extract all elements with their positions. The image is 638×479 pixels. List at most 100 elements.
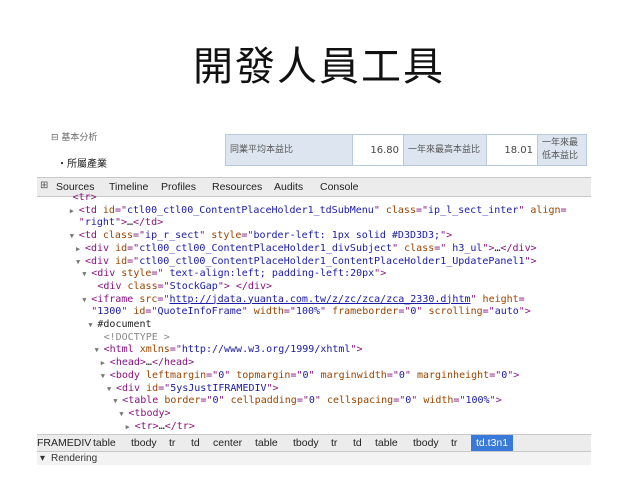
breadcrumb-item[interactable]: table	[255, 437, 278, 449]
section-header[interactable]: ⊟ 基本分析	[51, 130, 97, 143]
tab-resources[interactable]: Resources	[212, 181, 262, 193]
pe-table: 同業平均本益比 16.80 一年來最高本益比 18.01 一年來最低本益比	[225, 134, 587, 166]
collapse-arrow-icon[interactable]: ▼	[82, 268, 91, 281]
code-token: #document	[97, 319, 152, 330]
dom-node-line[interactable]: ▼ <div id="5ysJustIFRAMEDIV">	[107, 383, 279, 396]
code-token: ="	[127, 242, 140, 254]
collapse-arrow-icon[interactable]: ▼	[107, 383, 116, 396]
code-token: ="	[386, 369, 399, 381]
dom-node-line[interactable]: "1300" id="QuoteInfoFrame" width="100%" …	[82, 306, 531, 319]
breadcrumb-item[interactable]: tbody	[413, 437, 439, 449]
breadcrumb-item[interactable]: td	[353, 437, 362, 449]
collapse-arrow-icon[interactable]: ▼	[113, 395, 122, 408]
collapse-arrow-icon[interactable]: ▼	[82, 294, 91, 307]
dom-node-line[interactable]: ▶ <head>…</head>	[101, 357, 194, 370]
table-cell-label: 一年來最低本益比	[537, 134, 587, 166]
tab-profiles[interactable]: Profiles	[161, 181, 196, 193]
dom-node-line[interactable]: <div class="StockGap"> </div>	[88, 281, 272, 294]
code-token: <div	[116, 382, 147, 394]
collapse-arrow-icon[interactable]: ▼	[70, 230, 79, 243]
code-token: =	[518, 293, 525, 305]
expand-arrow-icon[interactable]: ▶	[126, 421, 135, 434]
rendering-tab[interactable]: Rendering	[51, 453, 97, 464]
code-token: id	[115, 255, 128, 267]
code-token: =	[560, 204, 567, 216]
code-token: border-left: 1px solid #D3D3D3;	[253, 230, 441, 242]
table-cell-value: 16.80	[352, 134, 404, 166]
collapse-arrow-icon[interactable]: ▼	[95, 344, 104, 357]
breadcrumb-item[interactable]: tr	[451, 437, 457, 449]
breadcrumb-item[interactable]: table	[375, 437, 398, 449]
code-token: "> </div>	[217, 280, 273, 292]
code-token: topmargin	[236, 369, 291, 381]
table-cell-value: 18.01	[486, 134, 538, 166]
dom-node-line[interactable]: ▼ <td class="ip_r_sect" style="border-lef…	[70, 230, 452, 243]
code-token: http://www.w3.org/1999/xhtml	[181, 344, 351, 356]
collapse-arrow-icon[interactable]: ▼	[76, 256, 85, 269]
dom-node-line[interactable]: ▶ <tr>…</tr>	[126, 421, 195, 434]
code-token: id	[133, 306, 146, 318]
collapse-arrow-icon[interactable]: ▾	[40, 453, 45, 464]
dom-breadcrumb: FRAMEDIV table tbody tr td center table tbody tr…	[37, 434, 591, 452]
code-token: <html	[103, 344, 140, 356]
breadcrumb-item[interactable]: center	[213, 437, 242, 449]
code-token: style	[211, 230, 242, 242]
code-token: <tbody>	[128, 407, 171, 419]
code-token: 5ysJustIFRAMEDIV	[170, 382, 267, 394]
code-token: height	[482, 293, 519, 305]
code-token: ="	[114, 204, 127, 216]
sidebar-item-industry[interactable]: ・所屬產業	[57, 155, 107, 170]
code-token: ="	[241, 230, 254, 242]
dom-node-line[interactable]: ▶ <td id="ctl00_ctl00_ContentPlaceHolder1…	[70, 205, 567, 218]
tab-console[interactable]: Console	[320, 181, 359, 193]
code-token: auto	[494, 306, 519, 318]
code-token: "	[404, 369, 417, 381]
expand-arrow-icon[interactable]: ▶	[70, 205, 79, 218]
code-token: ="	[200, 395, 213, 407]
code-token: ="	[157, 280, 170, 292]
code-token: <iframe	[91, 293, 140, 305]
code-token: ">	[266, 382, 279, 394]
code-token: class	[102, 230, 133, 242]
code-token: ctl00_ctl00_ContentPlaceHolder1_ContentP…	[139, 255, 525, 267]
code-token: "	[392, 242, 405, 254]
dom-node-line[interactable]: ▼ <html xmlns="http://www.w3.org/1999/xht…	[95, 344, 363, 357]
code-token: text-align:left; padding-left:20px	[163, 268, 375, 280]
breadcrumb-item[interactable]: table	[93, 437, 116, 449]
dom-node-line[interactable]: ▼ <div style=" text-align:left; padding-l…	[82, 268, 386, 281]
collapse-arrow-icon[interactable]: ▼	[101, 370, 110, 383]
dom-node-line[interactable]: ▼ <table border="0" cellpadding="0" cells…	[113, 395, 501, 408]
breadcrumb-item[interactable]: tr	[331, 437, 337, 449]
code-token: <div	[91, 268, 122, 280]
breadcrumb-item[interactable]: td	[191, 437, 200, 449]
code-token: xmlns	[139, 344, 170, 356]
code-token: "	[411, 395, 424, 407]
code-token: ="	[283, 306, 296, 318]
breadcrumb-item[interactable]: tbody	[131, 437, 157, 449]
code-token: frameborder	[332, 306, 399, 318]
tab-timeline[interactable]: Timeline	[109, 181, 148, 193]
code-token: "	[373, 204, 386, 216]
expand-arrow-icon[interactable]: ▶	[76, 243, 85, 256]
breadcrumb-item[interactable]: tr	[169, 437, 175, 449]
dom-node-line[interactable]: ▼ <iframe src="http://jdata.yuanta.com.tw…	[82, 294, 525, 307]
code-token: <div	[97, 280, 128, 292]
dom-node-line[interactable]: <tr>	[64, 192, 97, 205]
code-token: <body	[109, 369, 146, 381]
breadcrumb-item[interactable]: tbody	[293, 437, 319, 449]
code-token: border	[164, 395, 201, 407]
code-token: "	[121, 306, 134, 318]
breadcrumb-item[interactable]: FRAMEDIV	[37, 437, 91, 449]
dom-node-line[interactable]: "right">…</td>	[70, 217, 163, 230]
tab-audits[interactable]: Audits	[274, 181, 303, 193]
dom-node-line[interactable]: <!DOCTYPE >	[95, 332, 170, 345]
dom-node-line[interactable]: ▶ <div id="ctl00_ctl00_ContentPlaceHolder…	[76, 243, 537, 256]
dock-icon[interactable]: ⊞	[40, 181, 50, 191]
dom-node-line[interactable]: ▼ <div id="ctl00_ctl00_ContentPlaceHolder…	[76, 256, 537, 269]
breadcrumb-current[interactable]: td.t3n1	[471, 435, 514, 451]
dom-node-line[interactable]: ▼ <body leftmargin="0" topmargin="0" marg…	[101, 370, 520, 383]
expand-arrow-icon[interactable]: ▶	[101, 357, 110, 370]
dom-node-line[interactable]: ▼ <tbody>	[119, 408, 170, 421]
code-token: leftmargin	[145, 369, 207, 381]
dom-node-line[interactable]: ▼ #document	[88, 319, 151, 332]
